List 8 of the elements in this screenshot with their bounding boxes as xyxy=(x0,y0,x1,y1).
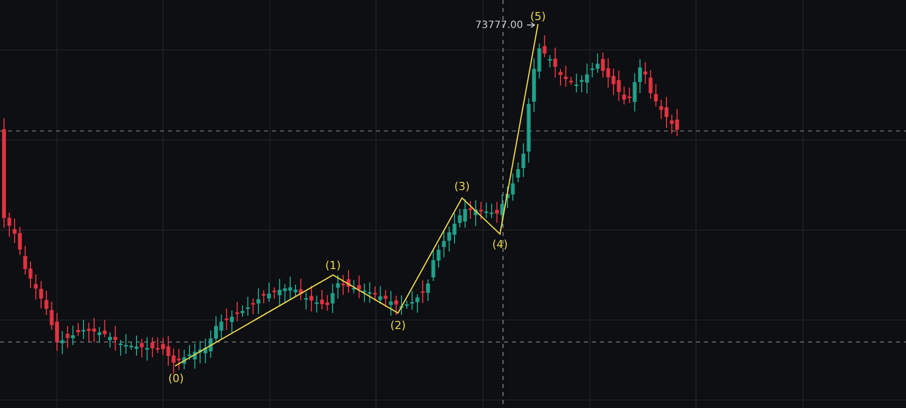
wave-label: (0) xyxy=(168,372,184,385)
arrow-icon xyxy=(526,22,536,28)
wave-label: (3) xyxy=(454,180,470,193)
price-label: 73777.00 xyxy=(475,20,523,31)
wave-label: (5) xyxy=(530,10,546,23)
wave-label: (2) xyxy=(390,319,406,332)
wave-label: (4) xyxy=(492,238,508,251)
wave-label: (1) xyxy=(325,259,341,272)
